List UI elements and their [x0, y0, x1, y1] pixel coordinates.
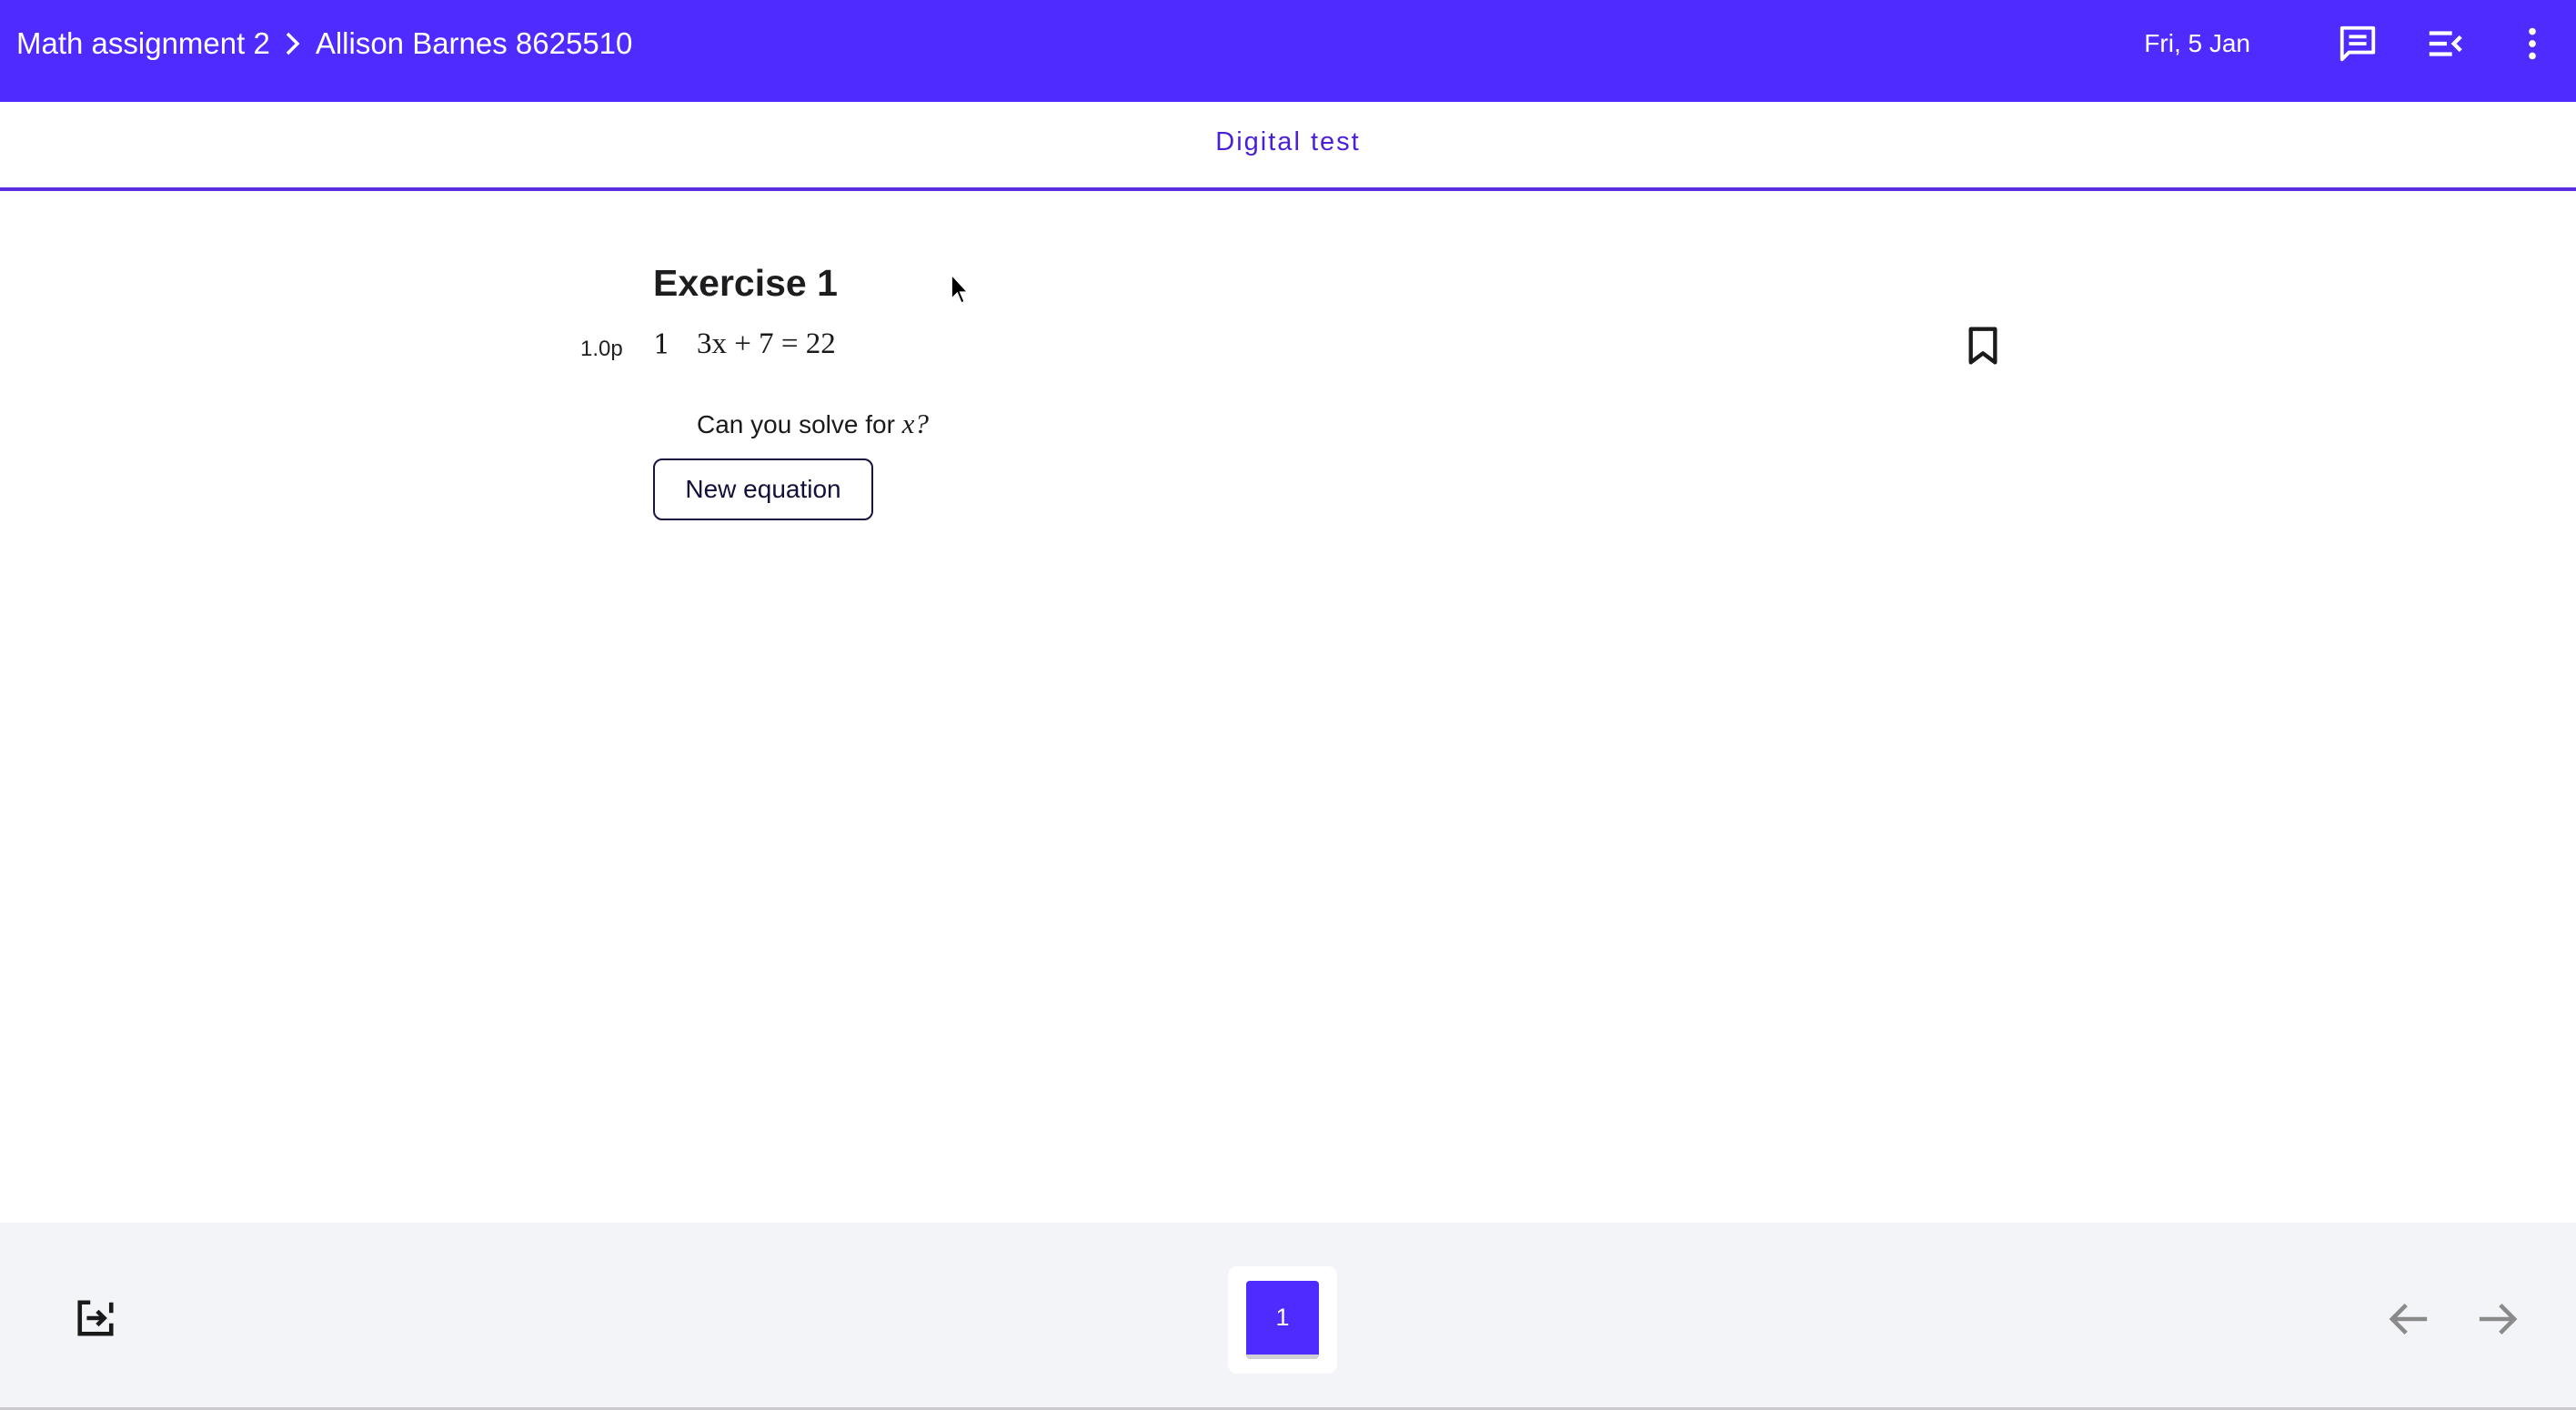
- top-bar: Math assignment 2 Allison Barnes 8625510…: [0, 0, 2576, 102]
- question-equation: 3x + 7 = 22: [697, 327, 836, 361]
- exercise-title: Exercise 1: [653, 262, 838, 304]
- question-points: 1.0p: [580, 337, 623, 361]
- chevron-right-icon: [283, 30, 303, 57]
- tab-bar: Digital test: [0, 102, 2576, 191]
- new-equation-button[interactable]: New equation: [653, 458, 873, 520]
- collapse-menu-icon[interactable]: [2401, 0, 2489, 87]
- question-prompt: Can you solve for x?: [697, 408, 929, 440]
- prompt-end: ?: [914, 408, 929, 439]
- bookmark-icon[interactable]: [1965, 326, 2001, 366]
- prompt-variable: x: [901, 408, 915, 439]
- date-label: Fri, 5 Jan: [2144, 29, 2250, 57]
- footer-bar: 1: [0, 1223, 2576, 1410]
- mouse-cursor-icon: [951, 273, 970, 305]
- exit-icon[interactable]: [75, 1297, 116, 1339]
- equation-text: 3x + 7 = 22: [697, 327, 836, 360]
- breadcrumb-assignment[interactable]: Math assignment 2: [16, 26, 270, 61]
- question-number: 1: [653, 329, 671, 361]
- breadcrumb-student: Allison Barnes 8625510: [315, 26, 633, 60]
- tab-digital-test[interactable]: Digital test: [1215, 127, 1360, 157]
- page-button-1[interactable]: 1: [1246, 1281, 1319, 1359]
- comment-icon[interactable]: [2314, 0, 2401, 87]
- prompt-text: Can you solve for: [697, 410, 902, 438]
- arrow-left-icon[interactable]: [2389, 1301, 2430, 1337]
- more-vert-icon[interactable]: [2489, 0, 2576, 87]
- arrow-right-icon[interactable]: [2476, 1301, 2518, 1337]
- page-navigator: 1: [1228, 1266, 1337, 1374]
- breadcrumb: Math assignment 2 Allison Barnes 8625510: [16, 0, 632, 87]
